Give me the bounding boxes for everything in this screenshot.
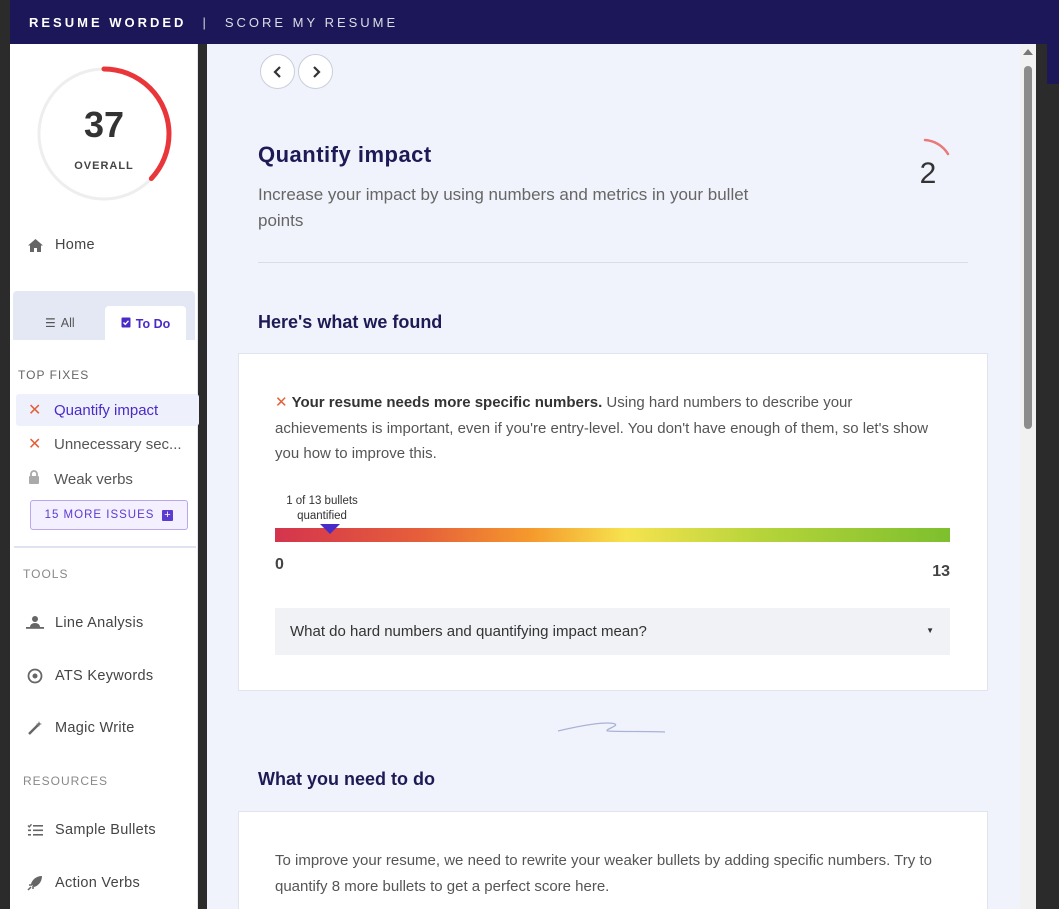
fix-weak-verbs[interactable]: Weak verbs [16, 463, 199, 495]
tab-all[interactable]: ☰ All [45, 305, 75, 340]
lock-icon [28, 470, 54, 488]
home-icon [26, 236, 44, 254]
sidebar: 37 OVERALL Home ☰ All To Do TOP FIXES ✕ … [10, 44, 199, 909]
scrollbar-thumb[interactable] [1024, 66, 1032, 429]
list-icon: ☰ [45, 315, 56, 330]
section-score-value: 2 [919, 157, 937, 190]
nav-sample-bullets[interactable]: Sample Bullets [26, 821, 156, 839]
tab-to-do-label: To Do [135, 316, 171, 331]
nav-ats-keywords[interactable]: ATS Keywords [26, 667, 153, 685]
top-fixes-heading: TOP FIXES [18, 368, 90, 382]
x-icon: ✕ [275, 394, 288, 411]
overall-score-label: OVERALL [74, 160, 134, 172]
scroll-up-icon[interactable] [1023, 49, 1033, 55]
main-scrollbar[interactable] [1020, 44, 1036, 909]
page-description: Increase your impact by using numbers an… [258, 185, 749, 230]
person-scan-icon [26, 614, 44, 632]
todo-heading: What you need to do [258, 769, 435, 789]
nav-label: Line Analysis [55, 615, 144, 631]
found-heading: Here's what we found [258, 312, 443, 332]
tab-all-label: All [60, 315, 75, 330]
nav-line-analysis[interactable]: Line Analysis [26, 614, 144, 632]
fix-unnecessary-sections[interactable]: ✕ Unnecessary sec... [16, 428, 199, 460]
filter-tabs: ☰ All To Do [13, 291, 195, 341]
squiggle-divider [557, 722, 666, 733]
nav-home-label: Home [55, 237, 95, 253]
plus-icon: + [162, 508, 174, 521]
window-edge [1047, 44, 1059, 84]
nav-magic-write[interactable]: Magic Write [26, 719, 135, 737]
sidebar-divider [14, 546, 196, 548]
nav-label: Action Verbs [55, 875, 141, 891]
header-subtitle: SCORE MY RESUME [224, 14, 399, 30]
more-issues-button[interactable]: 15 MORE ISSUES + [30, 500, 188, 530]
previous-button[interactable] [260, 54, 295, 89]
brand-logo[interactable]: RESUME WORDED [29, 15, 186, 30]
chevron-left-icon [272, 65, 281, 78]
tools-heading: TOOLS [23, 567, 69, 581]
todo-message: To improve your resume, we need to rewri… [275, 852, 932, 895]
bar-min-value: 0 [275, 556, 284, 573]
quantified-gradient-bar [275, 528, 950, 542]
app-header: RESUME WORDED | SCORE MY RESUME [10, 0, 1059, 44]
nav-label: Magic Write [55, 720, 135, 736]
overall-score-ring: 37 OVERALL [34, 64, 174, 204]
bullets-quantified-label: 1 of 13 bullets quantified [286, 495, 358, 522]
magic-wand-icon [26, 719, 44, 737]
found-bold: Your resume needs more specific numbers. [291, 394, 603, 411]
progress-marker [319, 524, 340, 534]
title-divider [258, 262, 968, 263]
header-separator: | [202, 14, 209, 30]
nav-label: Sample Bullets [55, 822, 156, 838]
list-check-icon [26, 821, 44, 839]
chevron-right-icon [312, 65, 321, 78]
resources-heading: RESOURCES [23, 774, 109, 788]
found-card: ✕ Your resume needs more specific numbers… [238, 353, 988, 691]
todo-card: To improve your resume, we need to rewri… [238, 811, 988, 909]
nav-home[interactable]: Home [26, 236, 95, 254]
tab-to-do[interactable]: To Do [105, 306, 186, 341]
fix-label: Weak verbs [54, 470, 133, 488]
caret-down-icon: ▼ [926, 626, 934, 635]
x-icon: ✕ [28, 436, 42, 453]
fix-label: Quantify impact [54, 401, 159, 419]
main-panel: Quantify impact Increase your impact by … [207, 44, 1020, 909]
page-title: Quantify impact [258, 142, 432, 167]
nav-action-verbs[interactable]: Action Verbs [26, 874, 140, 892]
fix-label: Unnecessary sec... [54, 435, 182, 453]
next-button[interactable] [298, 54, 333, 89]
rocket-icon [26, 874, 44, 892]
faq-question: What do hard numbers and quantifying imp… [290, 623, 647, 640]
more-issues-label: 15 MORE ISSUES [44, 509, 155, 521]
faq-accordion[interactable]: What do hard numbers and quantifying imp… [275, 608, 950, 655]
found-message: ✕ Your resume needs more specific numbers… [275, 390, 945, 467]
overall-score-value: 37 [83, 104, 125, 145]
x-icon: ✕ [28, 402, 42, 419]
fix-quantify-impact[interactable]: ✕ Quantify impact [16, 394, 199, 426]
bar-max-value: 13 [932, 563, 950, 580]
clipboard-check-icon [121, 316, 131, 331]
target-icon [26, 667, 44, 685]
nav-label: ATS Keywords [55, 668, 154, 684]
